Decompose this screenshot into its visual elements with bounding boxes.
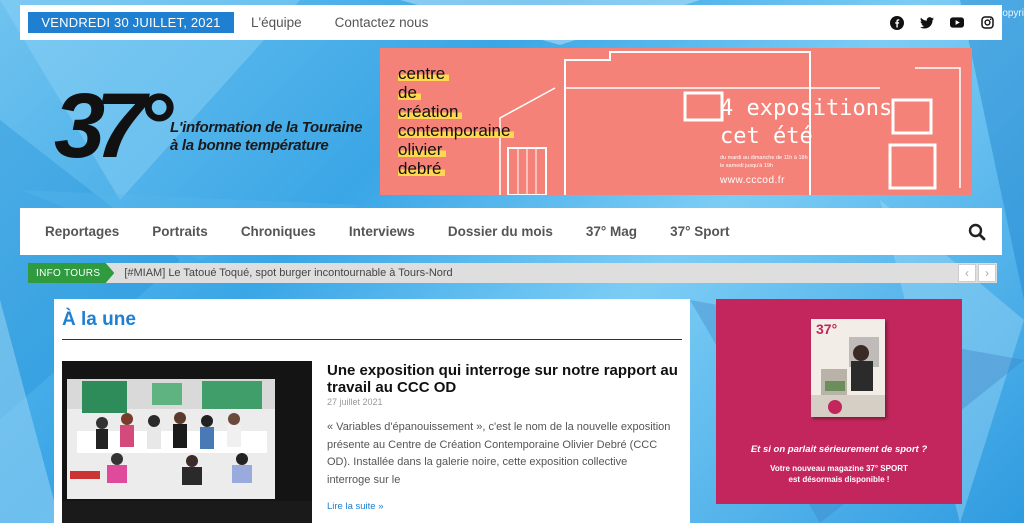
- magazine-cover: 37°: [811, 319, 885, 417]
- nav-item-37-sport[interactable]: 37° Sport: [670, 224, 729, 239]
- nav-item-interviews[interactable]: Interviews: [349, 224, 415, 239]
- banner-headline-line-2: cet été: [720, 124, 813, 149]
- banner-cccod-name: centre de création contemporaine olivier…: [398, 64, 515, 178]
- article-excerpt: « Variables d'épanouissement », c'est le…: [327, 421, 671, 486]
- site-tagline: L'information de la Touraine à la bonne …: [170, 119, 362, 155]
- search-icon[interactable]: [968, 223, 986, 241]
- news-ticker: INFO TOURS [#MIAM] Le Tatoué Toqué, spot…: [28, 263, 997, 283]
- ad-headline: Et si on parlait sérieurement de sport ?: [750, 444, 928, 455]
- article-photo: [62, 361, 312, 523]
- nav-item-37-mag[interactable]: 37° Mag: [586, 224, 637, 239]
- article-image[interactable]: [62, 361, 312, 523]
- ticker-controls: ‹ ›: [958, 264, 996, 282]
- nav-item-chroniques[interactable]: Chroniques: [241, 224, 316, 239]
- tagline-line-2: à la bonne température: [170, 137, 329, 154]
- banner-line: olivier: [398, 140, 447, 159]
- team-link[interactable]: L'équipe: [251, 15, 302, 30]
- facebook-icon[interactable]: [890, 15, 904, 30]
- read-more-link[interactable]: Lire la suite »: [327, 501, 384, 512]
- banner-ad-cccod[interactable]: centre de création contemporaine olivier…: [380, 48, 972, 195]
- section-divider: [62, 339, 682, 340]
- instagram-icon[interactable]: [980, 16, 994, 30]
- nav-item-dossier-du-mois[interactable]: Dossier du mois: [448, 224, 553, 239]
- sidebar-ad-37-sport[interactable]: 37° Et si on parlait sérieurement de spo…: [716, 299, 962, 504]
- top-bar: VENDREDI 30 JUILLET, 2021 L'équipe Conta…: [20, 5, 1002, 40]
- nav-item-reportages[interactable]: Reportages: [45, 224, 119, 239]
- tagline-line-1: L'information de la Touraine: [170, 119, 363, 136]
- social-links: [890, 15, 994, 30]
- section-title: À la une: [62, 309, 136, 330]
- contact-link[interactable]: Contactez nous: [335, 15, 429, 30]
- ad-subtext-line-2: est désormais disponible !: [788, 475, 890, 484]
- ad-subtext: Votre nouveau magazine 37° SPORT est dés…: [716, 463, 962, 485]
- youtube-icon[interactable]: [950, 16, 964, 30]
- main-nav: Reportages Portraits Chroniques Intervie…: [20, 208, 1002, 255]
- banner-line: centre: [398, 64, 450, 83]
- banner-headline: 4 expositions cet été: [720, 95, 892, 151]
- article-date: 27 juillet 2021: [327, 397, 383, 407]
- banner-hours-line-1: du mardi au dimanche de 11h à 18h: [720, 155, 808, 161]
- featured-section: À la une Une exposition qui interroge su…: [54, 299, 690, 523]
- ticker-prev-button[interactable]: ‹: [958, 264, 976, 282]
- nav-item-portraits[interactable]: Portraits: [152, 224, 208, 239]
- date-badge: VENDREDI 30 JUILLET, 2021: [28, 12, 234, 33]
- magazine-cover-photo: [811, 337, 885, 417]
- banner-line: de: [398, 83, 421, 102]
- banner-line: création: [398, 102, 463, 121]
- banner-line: contemporaine: [398, 121, 515, 140]
- banner-line: debré: [398, 159, 446, 178]
- ticker-next-button[interactable]: ›: [978, 264, 996, 282]
- copyright-text-peek: opyri: [1002, 8, 1024, 19]
- banner-url: www.cccod.fr: [720, 175, 785, 186]
- ticker-headline[interactable]: [#MIAM] Le Tatoué Toqué, spot burger inc…: [124, 267, 452, 279]
- twitter-icon[interactable]: [920, 16, 934, 30]
- banner-hours: du mardi au dimanche de 11h à 18h le sam…: [720, 154, 808, 170]
- article-title[interactable]: Une exposition qui interroge sur notre r…: [327, 362, 682, 396]
- logo-mark-text: 37°: [54, 77, 174, 177]
- ticker-label: INFO TOURS: [28, 263, 115, 283]
- banner-hours-line-2: le samedi jusqu'à 19h: [720, 163, 774, 169]
- ad-subtext-line-1: Votre nouveau magazine 37° SPORT: [770, 464, 908, 473]
- banner-headline-line-1: 4 expositions: [720, 96, 893, 121]
